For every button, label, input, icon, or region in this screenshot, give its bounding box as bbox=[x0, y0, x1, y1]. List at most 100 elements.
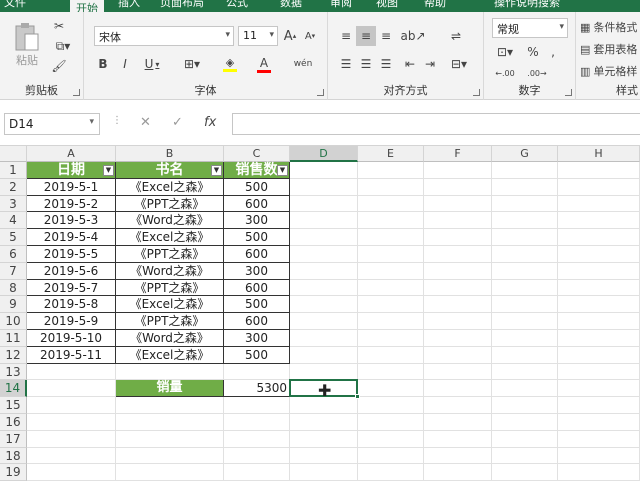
name-box[interactable]: D14 ▾ bbox=[4, 113, 100, 135]
cell-A4[interactable]: 2019-5-3 bbox=[27, 212, 116, 230]
cell-H5[interactable] bbox=[558, 229, 640, 246]
cell-D12[interactable] bbox=[290, 346, 358, 364]
cell-A15[interactable] bbox=[27, 397, 116, 414]
cell-G17[interactable] bbox=[492, 430, 558, 448]
cell-C6[interactable]: 600 bbox=[224, 246, 290, 263]
cell-H2[interactable] bbox=[558, 178, 640, 196]
font-name-select[interactable]: 宋体 ▾ bbox=[94, 26, 234, 46]
accounting-button[interactable]: ⊡▾ bbox=[492, 42, 518, 62]
cell-F18[interactable] bbox=[424, 447, 492, 465]
cell-F13[interactable] bbox=[424, 363, 492, 381]
row-header-1[interactable]: 1 bbox=[0, 162, 27, 179]
cell-D5[interactable] bbox=[290, 229, 358, 246]
cell-B7[interactable]: 《Word之森》 bbox=[116, 262, 224, 280]
number-format-select[interactable]: 常规 ▾ bbox=[492, 18, 568, 38]
cell-A11[interactable]: 2019-5-10 bbox=[27, 330, 116, 347]
cut-button[interactable]: ✂ bbox=[50, 18, 68, 34]
cell-H18[interactable] bbox=[558, 447, 640, 465]
cell-H13[interactable] bbox=[558, 363, 640, 381]
cell-B3[interactable]: 《PPT之森》 bbox=[116, 195, 224, 213]
cell-A17[interactable] bbox=[27, 430, 116, 448]
row-header-19[interactable]: 19 bbox=[0, 464, 27, 481]
cell-G1[interactable] bbox=[492, 162, 558, 179]
column-header-B[interactable]: B bbox=[116, 146, 224, 162]
cell-H6[interactable] bbox=[558, 246, 640, 263]
cell-E10[interactable] bbox=[358, 313, 424, 330]
cell-B12[interactable]: 《Excel之森》 bbox=[116, 346, 224, 364]
cell-C3[interactable]: 600 bbox=[224, 195, 290, 213]
cell-A16[interactable] bbox=[27, 414, 116, 431]
cell-C12[interactable]: 500 bbox=[224, 346, 290, 364]
row-header-10[interactable]: 10 bbox=[0, 313, 27, 330]
cell-C15[interactable] bbox=[224, 397, 290, 414]
cell-G14[interactable] bbox=[492, 380, 558, 398]
decrease-decimal-button[interactable]: .00→ bbox=[524, 64, 550, 82]
column-header-C[interactable]: C bbox=[224, 146, 290, 162]
align-center-button[interactable]: ☰ bbox=[356, 54, 376, 74]
cell-E8[interactable] bbox=[358, 279, 424, 297]
cell-B6[interactable]: 《PPT之森》 bbox=[116, 246, 224, 263]
select-all-corner[interactable] bbox=[0, 146, 27, 162]
cell-B13[interactable] bbox=[116, 363, 224, 381]
cell-E2[interactable] bbox=[358, 178, 424, 196]
indent-increase-button[interactable]: ⇥ bbox=[420, 54, 440, 74]
cell-A3[interactable]: 2019-5-2 bbox=[27, 195, 116, 213]
cell-C4[interactable]: 300 bbox=[224, 212, 290, 230]
cell-B10[interactable]: 《PPT之森》 bbox=[116, 313, 224, 330]
row-header-14[interactable]: 14 bbox=[0, 380, 27, 398]
cancel-icon[interactable]: ✕ bbox=[140, 115, 151, 130]
cell-E9[interactable] bbox=[358, 296, 424, 314]
row-header-5[interactable]: 5 bbox=[0, 229, 27, 246]
filter-dropdown-icon[interactable]: ▼ bbox=[211, 165, 222, 176]
cell-F12[interactable] bbox=[424, 346, 492, 364]
font-launcher[interactable] bbox=[317, 89, 324, 96]
cell-D4[interactable] bbox=[290, 212, 358, 230]
row-header-3[interactable]: 3 bbox=[0, 195, 27, 213]
cell-A5[interactable]: 2019-5-4 bbox=[27, 229, 116, 246]
cell-C5[interactable]: 500 bbox=[224, 229, 290, 246]
tab-7[interactable]: 视图 bbox=[376, 0, 398, 10]
tab-3[interactable]: 页面布局 bbox=[160, 0, 204, 10]
cell-B9[interactable]: 《Excel之森》 bbox=[116, 296, 224, 314]
cell-A7[interactable]: 2019-5-6 bbox=[27, 262, 116, 280]
worksheet-grid[interactable]: A B C D E F G H 1 日期 ▼ 书名 ▼ 销售数 ▼ 2 2019-5-1 《Excel之森》 500… bbox=[0, 146, 640, 481]
row-header-13[interactable]: 13 bbox=[0, 363, 27, 381]
cell-E5[interactable] bbox=[358, 229, 424, 246]
format-table-button[interactable]: ▤ 套用表格 bbox=[580, 40, 640, 58]
cell-D2[interactable] bbox=[290, 178, 358, 196]
cell-G7[interactable] bbox=[492, 262, 558, 280]
cell-A2[interactable]: 2019-5-1 bbox=[27, 178, 116, 196]
cell-G12[interactable] bbox=[492, 346, 558, 364]
cell-B16[interactable] bbox=[116, 414, 224, 431]
cell-A19[interactable] bbox=[27, 464, 116, 481]
cell-B18[interactable] bbox=[116, 447, 224, 465]
cell-A10[interactable]: 2019-5-9 bbox=[27, 313, 116, 330]
increase-decimal-button[interactable]: ←.00 bbox=[492, 64, 518, 82]
cell-C10[interactable]: 600 bbox=[224, 313, 290, 330]
cell-B11[interactable]: 《Word之森》 bbox=[116, 330, 224, 347]
cell-D11[interactable] bbox=[290, 330, 358, 347]
row-header-9[interactable]: 9 bbox=[0, 296, 27, 314]
cell-D17[interactable] bbox=[290, 430, 358, 448]
cell-F9[interactable] bbox=[424, 296, 492, 314]
italic-button[interactable]: I bbox=[116, 54, 134, 74]
row-header-18[interactable]: 18 bbox=[0, 447, 27, 465]
cell-D6[interactable] bbox=[290, 246, 358, 263]
tab-1[interactable]: 开始 bbox=[70, 0, 104, 12]
cell-D3[interactable] bbox=[290, 195, 358, 213]
cell-F17[interactable] bbox=[424, 430, 492, 448]
number-launcher[interactable] bbox=[565, 89, 572, 96]
tab-9[interactable]: 操作说明搜索 bbox=[494, 0, 560, 10]
cell-F15[interactable] bbox=[424, 397, 492, 414]
cell-H3[interactable] bbox=[558, 195, 640, 213]
cell-G2[interactable] bbox=[492, 178, 558, 196]
cell-G3[interactable] bbox=[492, 195, 558, 213]
cell-G16[interactable] bbox=[492, 414, 558, 431]
confirm-icon[interactable]: ✓ bbox=[172, 115, 183, 130]
cell-E6[interactable] bbox=[358, 246, 424, 263]
cell-H4[interactable] bbox=[558, 212, 640, 230]
tab-8[interactable]: 帮助 bbox=[424, 0, 446, 10]
row-header-4[interactable]: 4 bbox=[0, 212, 27, 230]
cell-C18[interactable] bbox=[224, 447, 290, 465]
cell-G4[interactable] bbox=[492, 212, 558, 230]
